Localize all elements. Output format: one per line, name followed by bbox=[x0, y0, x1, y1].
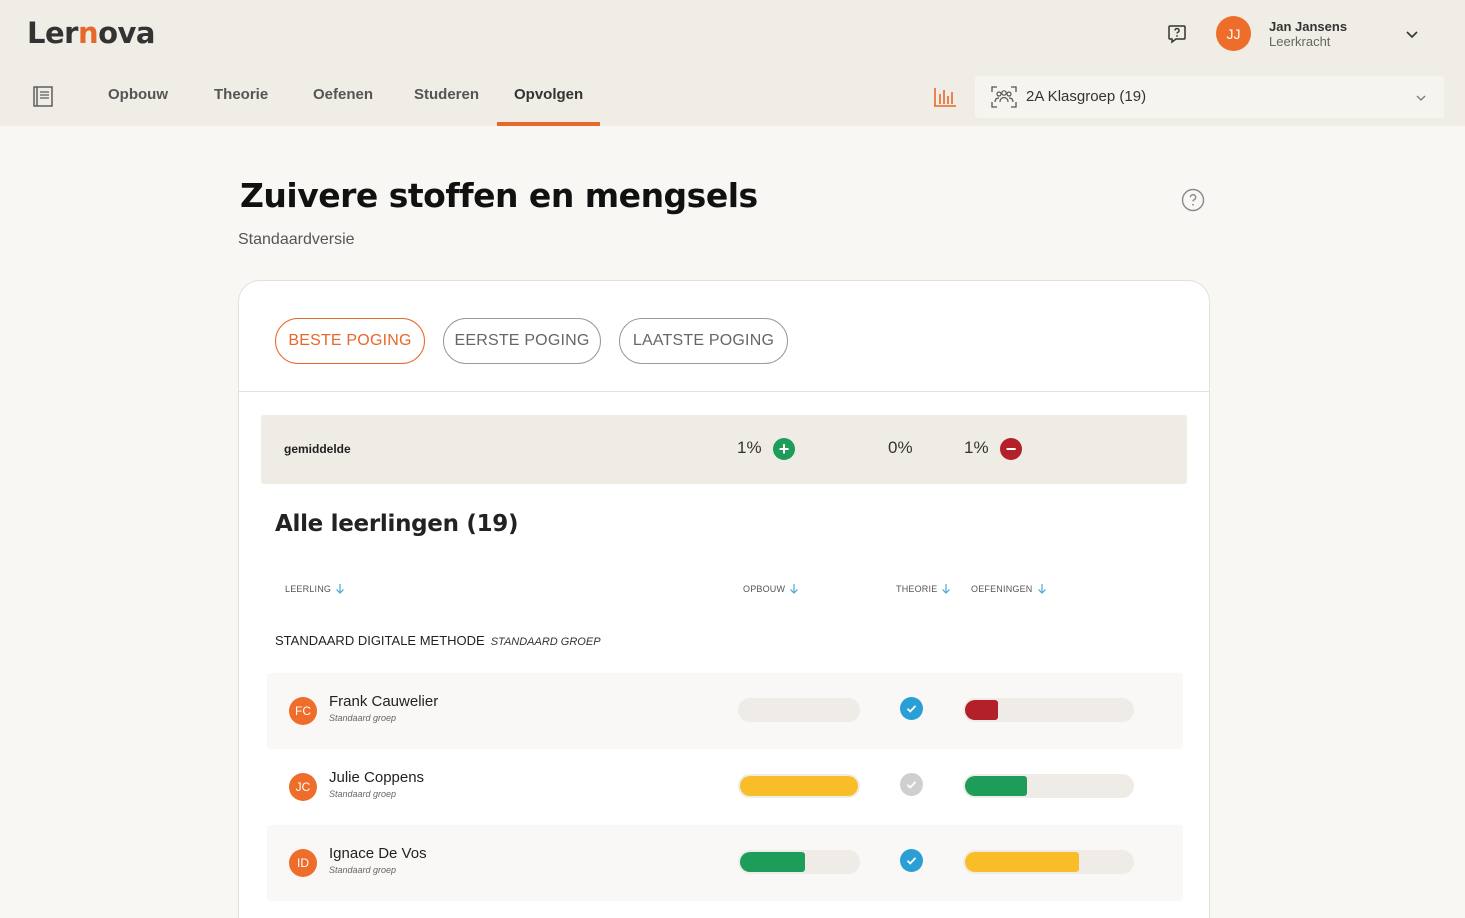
average-row: gemiddelde 1% + 0% 1% − bbox=[261, 415, 1187, 484]
average-oefeningen-value: 1% bbox=[964, 438, 989, 457]
opbouw-progress-fill bbox=[740, 852, 805, 872]
average-label: gemiddelde bbox=[284, 442, 351, 456]
oefeningen-progress-fill bbox=[965, 852, 1079, 872]
page-subtitle: Standaardversie bbox=[238, 231, 355, 248]
checkmark-icon bbox=[906, 857, 917, 865]
student-row[interactable]: JC Julie Coppens Standaard groep bbox=[267, 749, 1183, 825]
oefeningen-progress-bar bbox=[963, 698, 1134, 722]
class-group-select[interactable]: 2A Klasgroep (19) bbox=[975, 76, 1444, 118]
student-group: Standaard groep bbox=[329, 789, 397, 799]
results-card: BESTE POGING EERSTE POGING LAATSTE POGIN… bbox=[238, 280, 1210, 918]
group-icon bbox=[991, 86, 1017, 108]
active-tab-indicator bbox=[497, 122, 600, 126]
group-tag: STANDAARD GROEP bbox=[490, 636, 601, 648]
plus-icon[interactable]: + bbox=[773, 438, 795, 460]
tab-opbouw[interactable]: Opbouw bbox=[108, 86, 168, 126]
opbouw-progress-bar bbox=[738, 774, 860, 798]
tab-opvolgen[interactable]: Opvolgen bbox=[514, 86, 583, 126]
oefeningen-progress-bar bbox=[963, 774, 1134, 798]
first-attempt-button[interactable]: EERSTE POGING bbox=[443, 318, 601, 364]
theorie-check-icon bbox=[900, 697, 923, 720]
sort-arrow-icon bbox=[790, 584, 799, 594]
student-avatar: JC bbox=[289, 773, 317, 801]
tab-oefenen[interactable]: Oefenen bbox=[313, 86, 373, 126]
student-avatar: FC bbox=[289, 697, 317, 725]
chevron-down-icon bbox=[1416, 95, 1426, 101]
checkmark-icon bbox=[906, 781, 917, 789]
last-attempt-button[interactable]: LAATSTE POGING bbox=[619, 318, 788, 364]
tab-theorie[interactable]: Theorie bbox=[214, 86, 268, 126]
theorie-check-icon bbox=[900, 773, 923, 796]
class-group-label: 2A Klasgroep (19) bbox=[1026, 88, 1147, 105]
help-chat-icon[interactable] bbox=[1166, 23, 1188, 45]
app-logo[interactable]: Lernova bbox=[27, 16, 156, 50]
chevron-down-icon[interactable] bbox=[1404, 26, 1420, 42]
column-header-theorie[interactable]: THEORIE bbox=[896, 583, 951, 594]
students-title: Alle leerlingen (19) bbox=[275, 511, 519, 537]
best-attempt-button[interactable]: BESTE POGING bbox=[275, 318, 425, 364]
student-name[interactable]: Ignace De Vos bbox=[329, 845, 427, 862]
group-name: STANDAARD DIGITALE METHODE bbox=[275, 633, 485, 648]
help-icon[interactable] bbox=[1181, 188, 1205, 212]
student-name[interactable]: Frank Cauwelier bbox=[329, 693, 438, 710]
column-header-leerling[interactable]: LEERLING bbox=[285, 583, 345, 594]
column-header-oefeningen[interactable]: OEFENINGEN bbox=[971, 583, 1047, 594]
book-icon[interactable] bbox=[31, 84, 55, 108]
theorie-check-icon bbox=[900, 849, 923, 872]
sort-arrow-icon bbox=[336, 584, 345, 594]
column-header-opbouw[interactable]: OPBOUW bbox=[743, 583, 799, 594]
group-header: STANDAARD DIGITALE METHODE STANDAARD GROE… bbox=[275, 633, 601, 648]
opbouw-progress-bar bbox=[738, 698, 860, 722]
user-name: Jan Jansens bbox=[1269, 19, 1348, 34]
bar-chart-icon[interactable] bbox=[932, 84, 958, 108]
user-avatar[interactable]: JJ bbox=[1216, 16, 1251, 51]
user-role: Leerkracht bbox=[1269, 34, 1331, 49]
student-avatar: ID bbox=[289, 849, 317, 877]
tab-studeren[interactable]: Studeren bbox=[414, 86, 479, 126]
opbouw-progress-bar bbox=[738, 850, 860, 874]
opbouw-progress-fill bbox=[740, 776, 858, 796]
oefeningen-progress-fill bbox=[965, 776, 1027, 796]
checkmark-icon bbox=[906, 705, 917, 713]
sort-arrow-icon bbox=[1037, 584, 1046, 594]
student-row[interactable]: ID Ignace De Vos Standaard groep bbox=[267, 825, 1183, 901]
student-group: Standaard groep bbox=[329, 713, 397, 723]
divider bbox=[239, 391, 1209, 392]
average-opbouw-value: 1% bbox=[737, 438, 762, 457]
oefeningen-progress-fill bbox=[965, 700, 998, 720]
student-group: Standaard groep bbox=[329, 865, 397, 875]
page-title: Zuivere stoffen en mengsels bbox=[240, 176, 758, 215]
student-name[interactable]: Julie Coppens bbox=[329, 769, 424, 786]
top-header: Lernova JJ Jan Jansens Leerkracht Opbouw… bbox=[0, 0, 1465, 126]
average-theorie-value: 0% bbox=[888, 438, 913, 457]
minus-icon[interactable]: − bbox=[1000, 438, 1022, 460]
sort-arrow-icon bbox=[942, 584, 951, 594]
student-row[interactable]: FC Frank Cauwelier Standaard groep bbox=[267, 673, 1183, 749]
oefeningen-progress-bar bbox=[963, 850, 1134, 874]
